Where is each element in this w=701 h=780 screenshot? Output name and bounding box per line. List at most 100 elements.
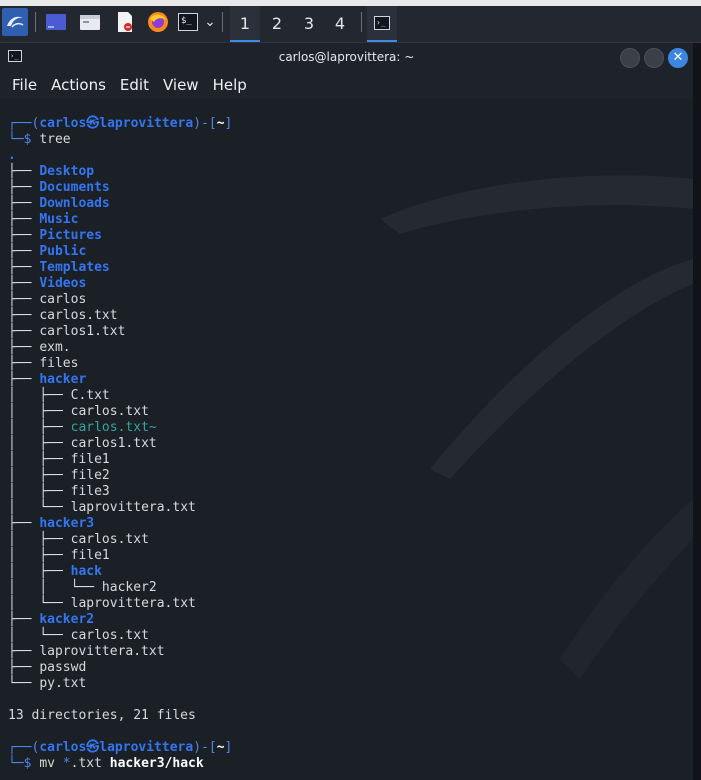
menu-edit[interactable]: Edit bbox=[120, 76, 149, 94]
tree-directory: Desktop bbox=[39, 164, 95, 179]
prompt-cwd: ~ bbox=[216, 116, 225, 131]
command-glob: * bbox=[62, 756, 71, 771]
terminal-lines: ┌──(carlos㉿laprovittera)-[~] └─$ tree. ├──… bbox=[8, 116, 232, 772]
tree-branch: ├── bbox=[8, 308, 40, 323]
panel-separator bbox=[222, 12, 223, 32]
menu-help[interactable]: Help bbox=[213, 76, 247, 94]
tree-file: py.txt bbox=[39, 676, 87, 691]
tree-branch: ├── bbox=[8, 644, 40, 659]
prompt-frame: )-[ bbox=[193, 740, 217, 755]
tree-branch: │ ├── bbox=[8, 404, 71, 419]
tree-entry: └── py.txt bbox=[8, 676, 232, 692]
app-menu-icon[interactable] bbox=[2, 8, 28, 36]
tree-entry: ├── Music bbox=[8, 212, 232, 228]
firefox-icon[interactable] bbox=[145, 10, 171, 34]
tree-branch: ├── bbox=[8, 196, 40, 211]
panel-separator bbox=[361, 12, 362, 32]
show-desktop-icon[interactable] bbox=[44, 10, 68, 34]
tree-entry: │ ├── carlos1.txt bbox=[8, 436, 232, 452]
tree-entry: │ │ └── hacker2 bbox=[8, 580, 232, 596]
tree-branch: ├── bbox=[8, 244, 40, 259]
terminal-scrollbar[interactable] bbox=[693, 43, 701, 780]
menu-actions[interactable]: Actions bbox=[51, 76, 106, 94]
text-editor-icon[interactable] bbox=[113, 10, 137, 34]
chevron-down-icon[interactable]: ⌄ bbox=[203, 10, 217, 34]
tree-branch: ├── bbox=[8, 372, 40, 387]
tree-branch: ├── bbox=[8, 612, 40, 627]
tree-entry: │ ├── file2 bbox=[8, 468, 232, 484]
tree-file: carlos1.txt bbox=[70, 436, 157, 451]
window-terminal-icon: ›_ bbox=[8, 50, 22, 62]
terminal-launcher-icon[interactable]: $_ bbox=[176, 10, 200, 34]
tree-branch: │ └── bbox=[8, 500, 71, 515]
taskbar-terminal-window[interactable]: ›_ bbox=[367, 6, 397, 42]
prompt-user-host: carlos㉿laprovittera bbox=[39, 116, 194, 131]
tree-branch: ├── bbox=[8, 660, 40, 675]
tree-entry: ├── Desktop bbox=[8, 164, 232, 180]
tree-entry: │ └── laprovittera.txt bbox=[8, 500, 232, 516]
menu-file[interactable]: File bbox=[12, 76, 37, 94]
tree-directory: hacker3 bbox=[39, 516, 95, 531]
menu-view[interactable]: View bbox=[163, 76, 199, 94]
tree-file: exm. bbox=[39, 340, 71, 355]
tree-directory: Videos bbox=[39, 276, 87, 291]
tree-entry: │ └── carlos.txt bbox=[8, 628, 232, 644]
workspace-1[interactable]: 1 bbox=[230, 6, 260, 42]
tree-file: carlos.txt bbox=[70, 628, 149, 643]
tree-entry: │ ├── file3 bbox=[8, 484, 232, 500]
tree-file: carlos.txt bbox=[70, 404, 149, 419]
close-button[interactable]: ✕ bbox=[668, 48, 688, 68]
tree-branch: │ ├── bbox=[8, 420, 71, 435]
tree-file: carlos1.txt bbox=[39, 324, 126, 339]
tree-directory: Templates bbox=[39, 260, 110, 275]
tree-branch: │ ├── bbox=[8, 484, 71, 499]
tree-directory: Downloads bbox=[39, 196, 110, 211]
workspace-2[interactable]: 2 bbox=[262, 6, 292, 40]
tree-entry: ├── Public bbox=[8, 244, 232, 260]
tree-entry: ├── Pictures bbox=[8, 228, 232, 244]
prompt-frame: ] bbox=[224, 740, 233, 755]
prompt-frame: )-[ bbox=[193, 116, 217, 131]
tree-branch: │ ├── bbox=[8, 532, 71, 547]
tree-branch: │ ├── bbox=[8, 436, 71, 451]
tree-branch: ├── bbox=[8, 164, 40, 179]
tree-directory: hack bbox=[70, 564, 102, 579]
tree-entry: │ ├── carlos.txt bbox=[8, 532, 232, 548]
tree-entry: │ ├── C.txt bbox=[8, 388, 232, 404]
prompt-user-host: carlos㉿laprovittera bbox=[39, 740, 194, 755]
window-titlebar[interactable]: ›_ carlos@laprovittera: ~ bbox=[0, 43, 693, 71]
maximize-button[interactable] bbox=[644, 48, 664, 68]
workspace-4[interactable]: 4 bbox=[325, 6, 355, 40]
terminal-output[interactable]: ┌──(carlos㉿laprovittera)-[~] └─$ tree. ├──… bbox=[0, 99, 693, 780]
tree-file: carlos.txt~ bbox=[70, 420, 157, 435]
tree-branch: │ ├── bbox=[8, 548, 71, 563]
tree-file: laprovittera.txt bbox=[39, 644, 165, 659]
tree-entry: ├── hacker bbox=[8, 372, 232, 388]
tree-file: hacker2 bbox=[101, 580, 157, 595]
tree-branch: └── bbox=[8, 676, 40, 691]
tree-directory: Pictures bbox=[39, 228, 102, 243]
tree-file: carlos bbox=[39, 292, 87, 307]
summary-text: 13 directories, 21 files bbox=[8, 708, 196, 723]
tree-directory: Public bbox=[39, 244, 87, 259]
command-text: tree bbox=[39, 132, 71, 147]
minimize-button[interactable] bbox=[620, 48, 640, 68]
workspace-3[interactable]: 3 bbox=[294, 6, 324, 40]
file-manager-icon[interactable] bbox=[77, 10, 103, 34]
tree-branch: ├── bbox=[8, 324, 40, 339]
menu-bar: File Actions Edit View Help bbox=[0, 71, 693, 99]
tree-branch: │ └── bbox=[8, 628, 71, 643]
tree-file: passwd bbox=[39, 660, 87, 675]
tree-branch: ├── bbox=[8, 292, 40, 307]
prompt-line: ┌──(carlos㉿laprovittera)-[~] bbox=[8, 740, 232, 756]
tree-branch: ├── bbox=[8, 340, 40, 355]
tree-entry: ├── hacker3 bbox=[8, 516, 232, 532]
tree-entry: ├── passwd bbox=[8, 660, 232, 676]
tree-file: file2 bbox=[70, 468, 110, 483]
tree-entry: │ ├── file1 bbox=[8, 548, 232, 564]
tree-file: carlos.txt bbox=[39, 308, 118, 323]
prompt-cwd: ~ bbox=[216, 740, 225, 755]
tree-branch: ├── bbox=[8, 356, 40, 371]
tree-entry: ├── laprovittera.txt bbox=[8, 644, 232, 660]
